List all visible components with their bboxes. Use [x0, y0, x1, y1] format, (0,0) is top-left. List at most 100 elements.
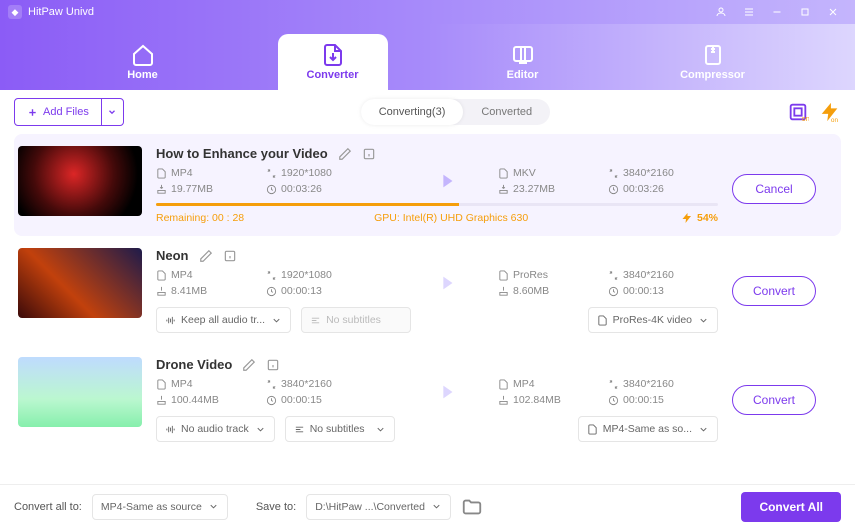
- dst-resolution: 3840*2160: [623, 269, 674, 281]
- minimize-icon[interactable]: [763, 3, 791, 21]
- file-icon: [156, 270, 167, 281]
- add-files-button[interactable]: Add Files: [14, 98, 124, 126]
- save-path-dropdown[interactable]: D:\HitPaw ...\Converted: [306, 494, 451, 520]
- convert-all-format-dropdown[interactable]: MP4-Same as source: [92, 494, 228, 520]
- src-format: MP4: [171, 167, 193, 179]
- nav-converter[interactable]: Converter: [278, 34, 388, 90]
- nav-home[interactable]: Home: [88, 34, 198, 90]
- dst-resolution: 3840*2160: [623, 167, 674, 179]
- video-thumbnail[interactable]: [18, 146, 142, 216]
- conversion-item[interactable]: Drone Video MP4 3840*2160 100.44MB 00:00…: [14, 345, 841, 454]
- edit-title-icon[interactable]: [338, 147, 352, 161]
- conversion-item[interactable]: Neon MP4 1920*1080 8.41MB 00:00:13 ProRe…: [14, 236, 841, 345]
- app-name: HitPaw Univd: [28, 6, 94, 18]
- size-icon: [156, 286, 167, 297]
- subtitle-icon: [294, 424, 305, 435]
- edit-title-icon[interactable]: [242, 358, 256, 372]
- video-thumbnail[interactable]: [18, 357, 142, 427]
- edit-title-icon[interactable]: [199, 249, 213, 263]
- src-format: MP4: [171, 378, 193, 390]
- nav-editor-label: Editor: [507, 69, 539, 81]
- lightning-mode-icon[interactable]: on: [819, 101, 841, 123]
- home-icon: [131, 43, 155, 67]
- video-title: How to Enhance your Video: [156, 146, 328, 161]
- file-icon: [498, 379, 509, 390]
- chevron-down-icon: [698, 315, 709, 326]
- tab-converting[interactable]: Converting(3): [361, 99, 464, 125]
- size-icon: [498, 286, 509, 297]
- output-format-dropdown[interactable]: ProRes-4K video: [588, 307, 718, 333]
- subtitle-dropdown[interactable]: No subtitles: [301, 307, 411, 333]
- svg-text:on: on: [831, 117, 839, 123]
- chevron-down-icon: [208, 501, 219, 512]
- save-to-label: Save to:: [256, 501, 296, 513]
- dst-duration: 00:00:13: [623, 285, 664, 297]
- src-duration: 00:03:26: [281, 183, 322, 195]
- duration-icon: [608, 286, 619, 297]
- src-resolution: 1920*1080: [281, 269, 332, 281]
- compressor-icon: [701, 43, 725, 67]
- add-files-dropdown[interactable]: [101, 99, 123, 125]
- info-icon[interactable]: [362, 147, 376, 161]
- duration-icon: [266, 395, 277, 406]
- info-icon[interactable]: [223, 249, 237, 263]
- size-icon: [156, 395, 167, 406]
- chevron-down-icon: [271, 315, 282, 326]
- maximize-icon[interactable]: [791, 3, 819, 21]
- output-format-dropdown[interactable]: MP4-Same as so...: [578, 416, 718, 442]
- dst-size: 23.27MB: [513, 183, 555, 195]
- audio-track-dropdown[interactable]: No audio track: [156, 416, 275, 442]
- dst-resolution: 3840*2160: [623, 378, 674, 390]
- size-icon: [498, 395, 509, 406]
- subtitle-icon: [310, 315, 321, 326]
- video-thumbnail[interactable]: [18, 248, 142, 318]
- hardware-accel-icon[interactable]: on: [787, 101, 809, 123]
- plus-icon: [27, 107, 38, 118]
- chevron-down-icon: [431, 501, 442, 512]
- menu-icon[interactable]: [735, 3, 763, 21]
- duration-icon: [608, 395, 619, 406]
- video-title: Neon: [156, 248, 189, 263]
- chevron-down-icon: [255, 424, 266, 435]
- file-icon: [156, 168, 167, 179]
- duration-icon: [266, 184, 277, 195]
- file-icon: [498, 168, 509, 179]
- open-folder-icon[interactable]: [461, 496, 483, 518]
- convert-button[interactable]: Convert: [732, 385, 816, 415]
- dst-format: MKV: [513, 167, 536, 179]
- dst-format: ProRes: [513, 269, 548, 281]
- time-remaining: Remaining: 00 : 28: [156, 212, 244, 224]
- gpu-label: GPU: Intel(R) UHD Graphics 630: [374, 212, 528, 224]
- tab-converted[interactable]: Converted: [463, 99, 550, 125]
- dst-size: 102.84MB: [513, 394, 561, 406]
- progress-percent: 54%: [681, 212, 718, 224]
- account-icon[interactable]: [707, 3, 735, 21]
- info-icon[interactable]: [266, 358, 280, 372]
- status-tabs: Converting(3) Converted: [361, 99, 550, 125]
- convert-all-button[interactable]: Convert All: [741, 492, 841, 522]
- svg-text:on: on: [802, 114, 809, 123]
- file-icon: [498, 270, 509, 281]
- close-icon[interactable]: [819, 3, 847, 21]
- nav-home-label: Home: [127, 69, 158, 81]
- src-format: MP4: [171, 269, 193, 281]
- editor-icon: [511, 43, 535, 67]
- subtitle-dropdown[interactable]: No subtitles: [285, 416, 395, 442]
- convert-button[interactable]: Convert: [732, 276, 816, 306]
- titlebar: ◆ HitPaw Univd: [0, 0, 855, 24]
- src-size: 19.77MB: [171, 183, 213, 195]
- audio-track-dropdown[interactable]: Keep all audio tr...: [156, 307, 291, 333]
- nav-compressor[interactable]: Compressor: [658, 34, 768, 90]
- chevron-down-icon: [107, 107, 117, 117]
- resolution-icon: [266, 270, 277, 281]
- arrow-right-icon: [436, 170, 458, 192]
- app-logo-icon: ◆: [8, 5, 22, 19]
- duration-icon: [608, 184, 619, 195]
- file-icon: [156, 379, 167, 390]
- conversion-item[interactable]: How to Enhance your Video MP4 1920*1080 …: [14, 134, 841, 236]
- nav-editor[interactable]: Editor: [468, 34, 578, 90]
- nav-compressor-label: Compressor: [680, 69, 745, 81]
- resolution-icon: [608, 270, 619, 281]
- src-duration: 00:00:15: [281, 394, 322, 406]
- cancel-button[interactable]: Cancel: [732, 174, 816, 204]
